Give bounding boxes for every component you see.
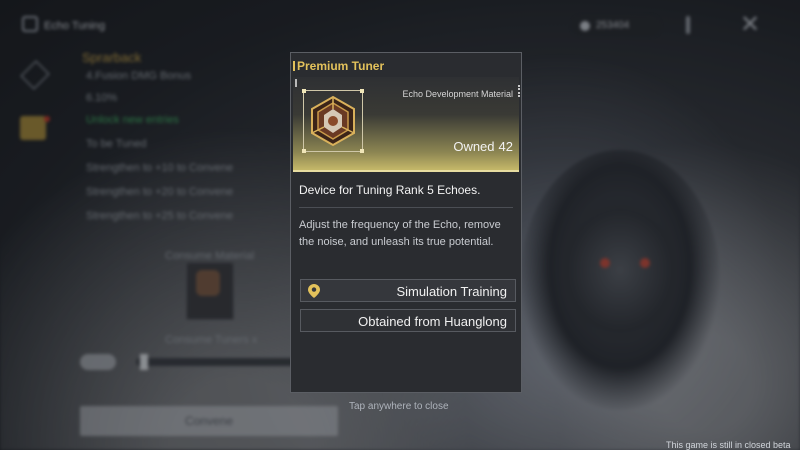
hero-side-mark — [295, 79, 297, 87]
item-detail-modal: Premium Tuner Echo Development Material … — [290, 52, 522, 393]
frame-corner — [360, 89, 364, 93]
title-accent — [293, 61, 295, 71]
frame-corner — [302, 149, 306, 153]
owned-count: Owned 42 — [453, 139, 513, 154]
divider — [299, 207, 513, 208]
location-pin-icon — [308, 284, 320, 298]
tap-to-close-hint: Tap anywhere to close — [349, 401, 449, 412]
item-title: Premium Tuner — [297, 59, 385, 73]
source-simulation-training[interactable]: Simulation Training — [300, 279, 516, 302]
premium-tuner-icon — [311, 95, 355, 147]
more-options-icon[interactable] — [518, 85, 522, 97]
hero-underline — [293, 170, 519, 172]
source-label: Obtained from Huanglong — [358, 314, 507, 329]
item-description: Adjust the frequency of the Echo, remove… — [299, 219, 501, 248]
owned-value: 42 — [498, 139, 513, 154]
owned-label: Owned — [453, 139, 495, 154]
item-summary: Device for Tuning Rank 5 Echoes. — [299, 183, 481, 197]
beta-notice: This game is still in closed beta — [666, 440, 791, 450]
source-huanglong: Obtained from Huanglong — [300, 309, 516, 332]
frame-corner — [360, 149, 364, 153]
source-label: Simulation Training — [396, 284, 507, 299]
item-category: Echo Development Material — [402, 89, 513, 99]
